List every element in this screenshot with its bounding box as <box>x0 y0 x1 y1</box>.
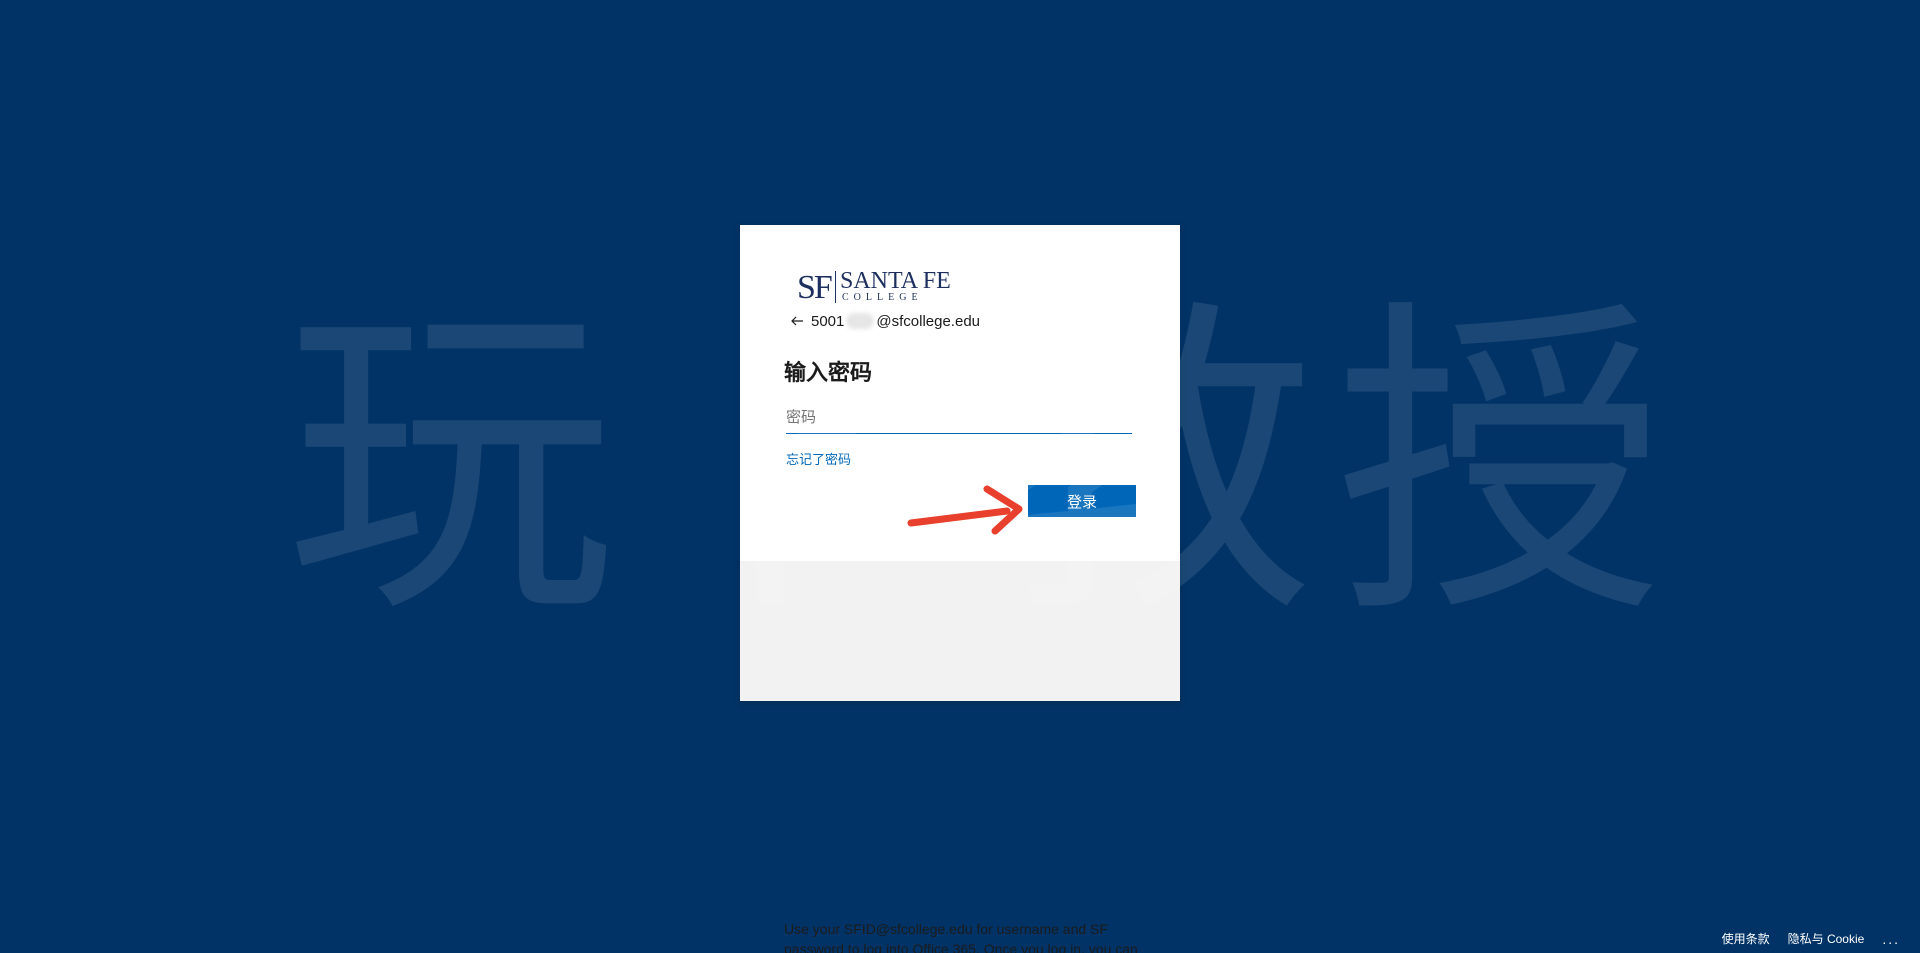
privacy-cookies-link[interactable]: 隐私与 Cookie <box>1788 930 1865 947</box>
terms-of-use-link[interactable]: 使用条款 <box>1722 930 1770 947</box>
page-title: 输入密码 <box>784 360 873 385</box>
logo-mark: SF <box>797 269 833 306</box>
redacted-username-part <box>846 313 875 329</box>
identity-username-domain: @sfcollege.edu <box>876 312 980 330</box>
signin-card-info-panel: Use your SFID@sfcollege.edu for username… <box>740 561 1180 953</box>
logo-subtitle: COLLEGE <box>842 292 923 303</box>
santa-fe-college-logo: SF SANTA FE COLLEGE <box>797 269 951 309</box>
login-instructions: Use your SFID@sfcollege.edu for username… <box>784 921 1138 953</box>
signin-card: SF SANTA FE COLLEGE 5001 @sfcollege.edu … <box>740 225 1180 953</box>
page-background: SF SANTA FE COLLEGE 5001 @sfcollege.edu … <box>0 0 1920 953</box>
password-input[interactable] <box>786 401 1132 434</box>
identity-banner[interactable]: 5001 @sfcollege.edu <box>790 311 980 331</box>
page-footer: 使用条款 隐私与 Cookie ... <box>1722 930 1900 947</box>
signin-button[interactable]: 登录 <box>1028 485 1136 517</box>
forgot-password-link[interactable]: 忘记了密码 <box>786 449 851 468</box>
more-options-icon[interactable]: ... <box>1882 932 1900 946</box>
logo-name: SANTA FE <box>840 268 951 294</box>
identity-username-prefix: 5001 <box>811 312 845 330</box>
back-arrow-icon[interactable] <box>790 314 804 328</box>
logo-divider <box>835 271 836 303</box>
annotation-arrow-icon <box>907 485 1023 535</box>
